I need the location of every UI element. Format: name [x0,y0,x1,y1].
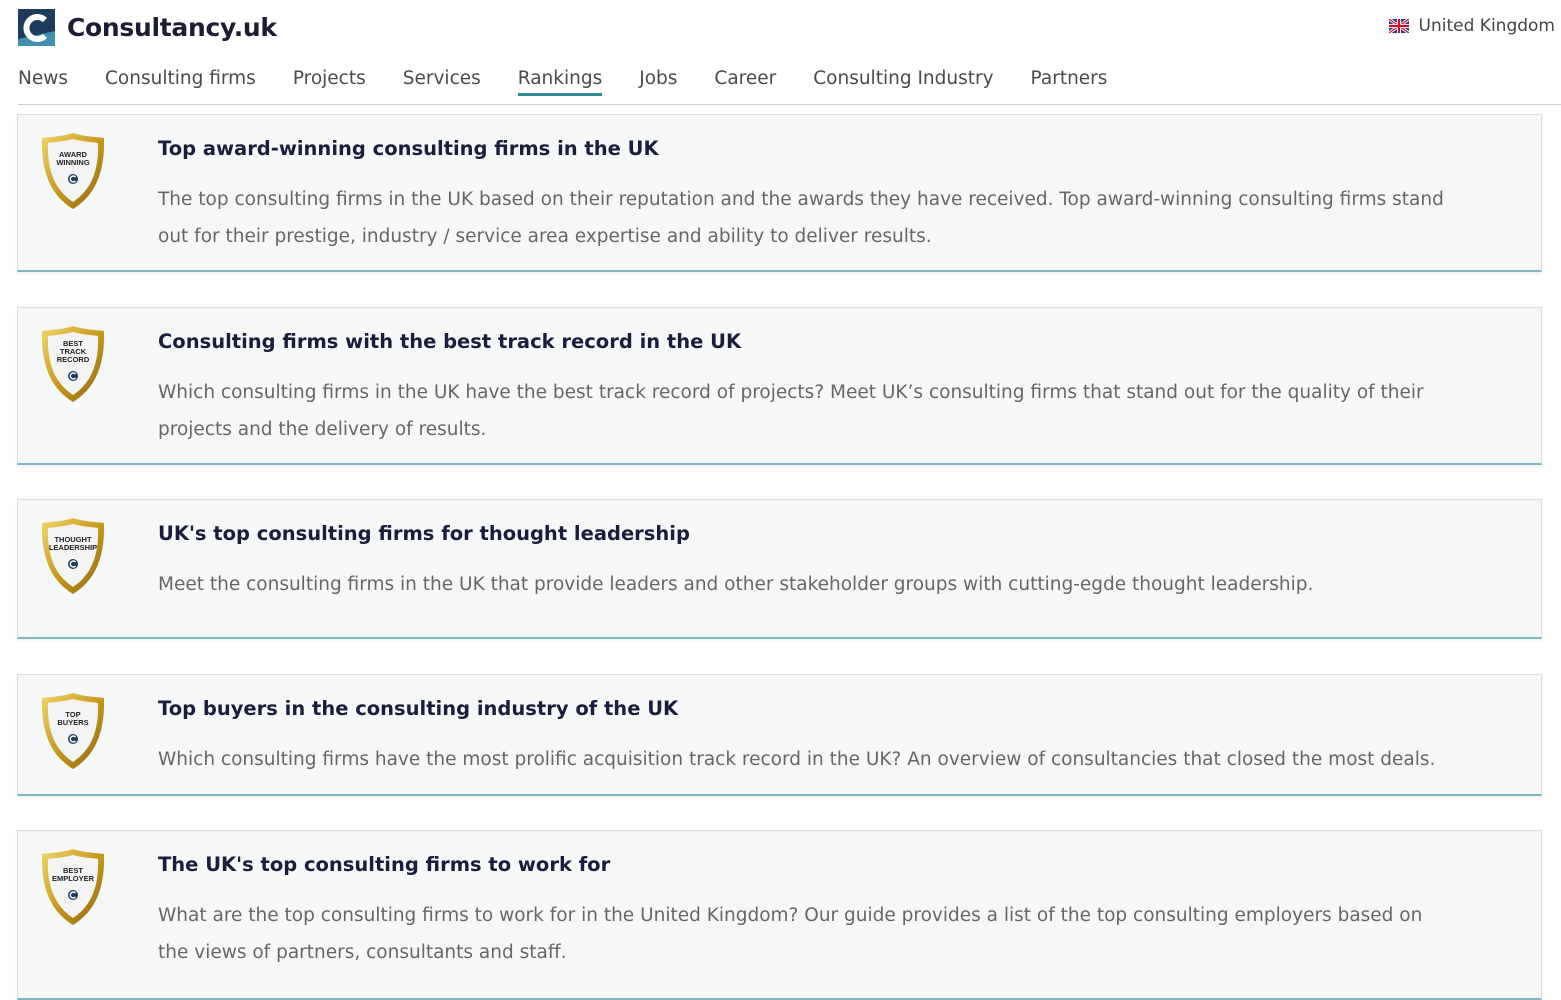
ranking-description: The top consulting firms in the UK based… [158,189,1444,247]
nav-item-rankings[interactable]: Rankings [517,68,603,96]
brand-name: Consultancy.uk [67,13,277,42]
svg-text:EMPLOYER: EMPLOYER [52,874,95,883]
uk-flag-icon [1388,19,1409,33]
country-selector[interactable]: United Kingdom [1388,16,1555,36]
site-header: Consultancy.uk United Kingdom News Consul… [0,0,1561,106]
award-badge-icon: THOUGHTLEADERSHIP [41,518,105,594]
svg-text:BUYERS: BUYERS [57,718,88,727]
nav-item-partners[interactable]: Partners [1031,68,1108,96]
award-badge-icon: BESTEMPLOYER [41,849,105,925]
ranking-title[interactable]: Top buyers in the consulting industry of… [158,697,678,720]
ranking-description: What are the top consulting firms to wor… [158,905,1423,963]
ranking-title[interactable]: UK's top consulting firms for thought le… [158,522,690,545]
ranking-card[interactable]: TOP BUYERS Top buyers in the consulting in… [17,674,1542,796]
nav-item-projects[interactable]: Projects [293,68,366,96]
ranking-description: Meet the consulting firms in the UK that… [158,574,1314,595]
main-nav: News Consulting firms Projects Services Rank… [18,68,1144,96]
ranking-title[interactable]: Consulting firms with the best track rec… [158,330,741,353]
ranking-card[interactable]: THOUGHT LEADERSHIP UK's top consulting fir… [17,499,1542,639]
ranking-title[interactable]: Top award-winning consulting firms in th… [158,137,659,160]
svg-text:WINNING: WINNING [56,158,89,167]
nav-item-career[interactable]: Career [714,68,776,96]
ranking-card[interactable]: BEST TRACK RECORD Consulting firms with the… [17,307,1542,465]
logo-icon [18,9,55,46]
svg-text:LEADERSHIP: LEADERSHIP [49,543,97,552]
ranking-description: Which consulting firms have the most pro… [158,749,1436,770]
ranking-description: Which consulting firms in the UK have th… [158,382,1424,440]
ranking-card[interactable]: AWARD WINNING Top award-winning consulting… [17,114,1542,272]
nav-item-consulting-industry[interactable]: Consulting Industry [813,68,993,96]
nav-item-jobs[interactable]: Jobs [639,68,677,96]
nav-item-services[interactable]: Services [403,68,481,96]
nav-divider [18,104,1561,105]
site-logo[interactable]: Consultancy.uk [18,9,277,46]
nav-item-news[interactable]: News [18,68,68,96]
country-label: United Kingdom [1418,16,1555,36]
svg-text:RECORD: RECORD [57,355,90,364]
award-badge-icon: AWARDWINNING [41,133,105,209]
ranking-card[interactable]: BEST EMPLOYER The UK's top consulting firm… [17,830,1542,1000]
nav-item-consulting-firms[interactable]: Consulting firms [105,68,256,96]
award-badge-icon: BESTTRACKRECORD [41,326,105,402]
ranking-title[interactable]: The UK's top consulting firms to work fo… [158,853,610,876]
award-badge-icon: TOPBUYERS [41,693,105,769]
